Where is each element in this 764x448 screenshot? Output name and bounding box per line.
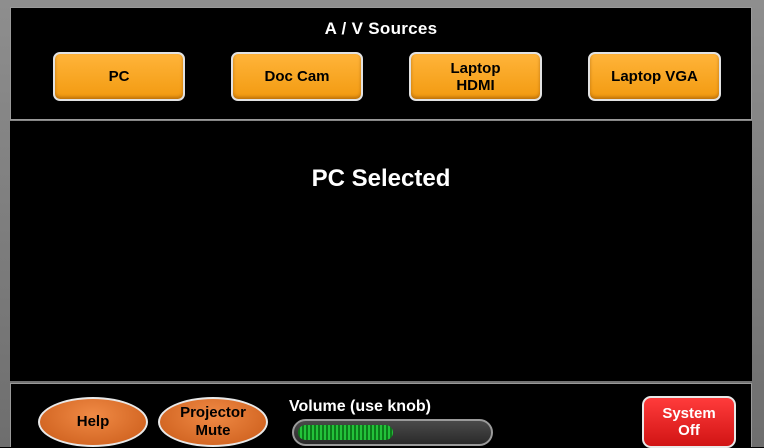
bottom-control-bar: Help Projector Mute Volume (use knob) Sy… [10, 383, 752, 448]
source-laptop-hdmi-button[interactable]: Laptop HDMI [409, 52, 542, 101]
source-doc-cam-button[interactable]: Doc Cam [231, 52, 363, 101]
volume-label: Volume (use knob) [289, 398, 431, 415]
projector-mute-button[interactable]: Projector Mute [158, 397, 268, 447]
system-off-button[interactable]: System Off [642, 396, 736, 448]
help-button[interactable]: Help [38, 397, 148, 447]
volume-bar [292, 419, 493, 446]
touch-panel-frame: A / V Sources PC Doc Cam Laptop HDMI Lap… [0, 0, 764, 448]
source-laptop-vga-button[interactable]: Laptop VGA [588, 52, 721, 101]
av-sources-title: A / V Sources [324, 19, 438, 38]
main-display-area: PC Selected [10, 121, 752, 381]
source-pc-button[interactable]: PC [53, 52, 185, 101]
volume-level-fill [298, 425, 393, 440]
av-sources-panel: A / V Sources PC Doc Cam Laptop HDMI Lap… [10, 7, 752, 120]
selected-source-status: PC Selected [311, 165, 451, 192]
